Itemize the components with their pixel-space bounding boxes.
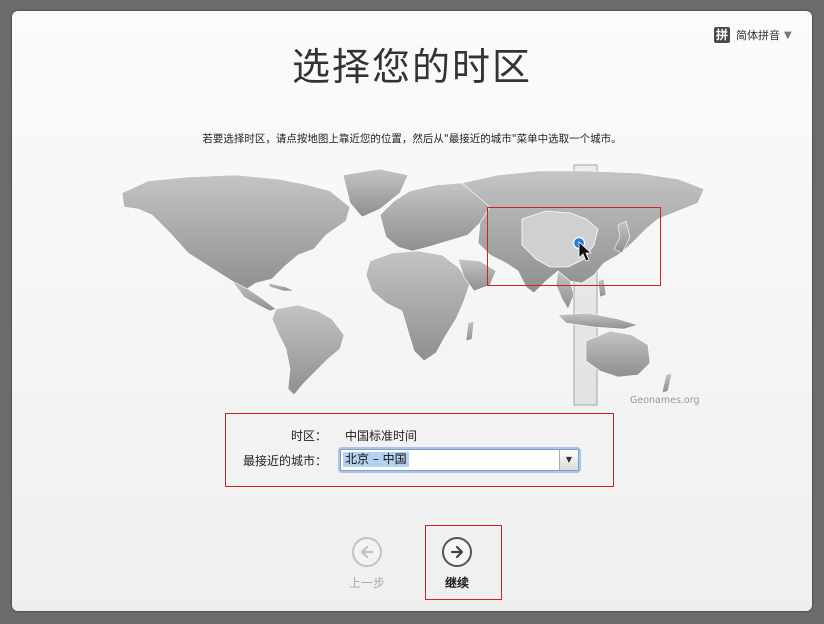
closest-city-label: 最接近的城市： [242, 454, 327, 468]
arrow-left-icon [352, 537, 382, 567]
landmass-indonesia [557, 312, 640, 330]
continue-button[interactable]: 继续 [427, 537, 487, 591]
landmass-south-america [271, 304, 345, 396]
landmass-madagascar [465, 320, 475, 342]
timezone-row: 时区： 中国标准时间 [0, 427, 824, 443]
landmass-caribbean [267, 282, 295, 292]
instruction-text: 若要选择时区，请点按地图上靠近您的位置，然后从"最接近的城市"菜单中选取一个城市… [202, 133, 622, 145]
closest-city-select[interactable]: 北京 – 中国 ▼ [340, 449, 579, 471]
landmass-africa [365, 250, 471, 362]
map-credit: Geonames.org [630, 395, 700, 406]
map-highlight-box [487, 207, 661, 286]
chevron-down-icon[interactable]: ▼ [559, 450, 578, 470]
timezone-value: 中国标准时间 [345, 429, 418, 443]
page-title: 选择您的时区 [291, 45, 532, 89]
continue-label: 继续 [444, 576, 469, 590]
back-button[interactable]: 上一步 [337, 537, 397, 591]
timezone-label: 时区： [290, 429, 327, 443]
arrow-right-icon [442, 537, 472, 567]
landmass-new-zealand [661, 372, 673, 394]
landmass-north-america [121, 174, 351, 292]
closest-city-value: 北京 – 中国 [343, 452, 409, 467]
back-label: 上一步 [348, 576, 385, 590]
city-row: 最接近的城市： 北京 – 中国 ▼ [0, 449, 824, 471]
